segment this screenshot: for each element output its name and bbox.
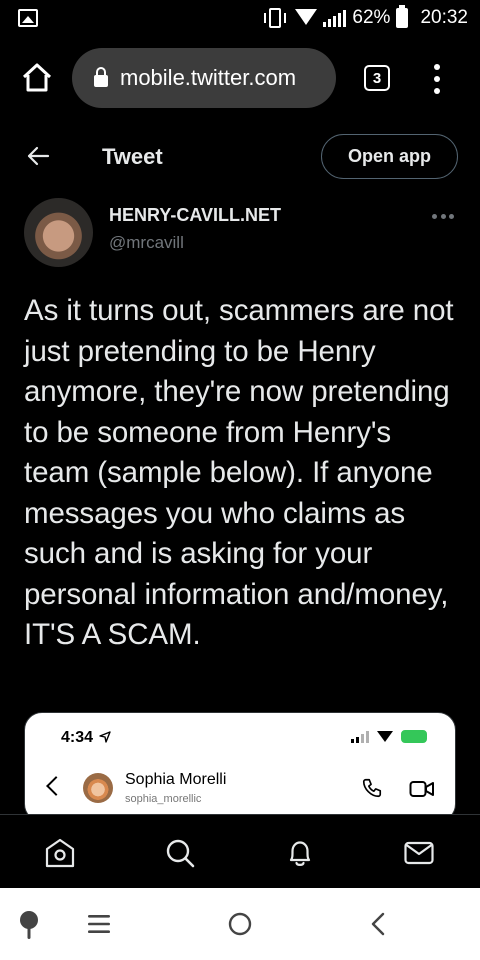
search-icon[interactable]	[164, 837, 196, 869]
media-contact-name: Sophia Morelli	[125, 771, 227, 788]
home-icon[interactable]	[44, 837, 76, 869]
messages-icon[interactable]	[403, 837, 435, 869]
media-status-time: 4:34	[61, 729, 112, 747]
url-text: mobile.twitter.com	[120, 65, 297, 90]
clock: 20:32	[420, 7, 468, 28]
notifications-icon[interactable]	[284, 837, 316, 869]
tweet-text: As it turns out, scammers are not just p…	[24, 294, 454, 651]
browser-toolbar: mobile.twitter.com 3	[0, 36, 480, 122]
url-bar[interactable]: mobile.twitter.com	[72, 48, 336, 108]
system-navigation-bar	[0, 888, 480, 960]
status-bar: 62% 20:32	[0, 0, 480, 36]
tweet-header: Tweet Open app	[0, 122, 480, 192]
browser-menu-icon[interactable]	[432, 64, 442, 94]
open-app-button[interactable]: Open app	[321, 134, 458, 179]
system-back-icon[interactable]	[370, 912, 386, 936]
battery-percent: 62%	[352, 7, 391, 28]
assistant-pin-icon[interactable]	[18, 910, 40, 940]
battery-icon	[396, 5, 409, 28]
system-home-icon[interactable]	[228, 912, 252, 936]
media-wifi-icon	[377, 731, 393, 742]
lock-icon	[94, 67, 108, 87]
vibrate-icon	[264, 8, 287, 28]
media-contact-avatar	[83, 773, 113, 803]
media-status-icons	[351, 730, 427, 743]
gallery-notification-icon	[18, 9, 38, 27]
video-camera-icon	[409, 781, 434, 797]
author-display-name[interactable]: HENRY-CAVILL.NET	[109, 205, 281, 226]
more-options-icon[interactable]	[432, 214, 454, 220]
back-arrow-icon[interactable]	[26, 144, 50, 168]
author-avatar[interactable]	[24, 198, 93, 267]
recent-apps-icon[interactable]	[88, 914, 110, 934]
browser-home-icon[interactable]	[20, 60, 54, 94]
author-handle[interactable]: @mrcavill	[109, 233, 184, 253]
bottom-navigation	[0, 814, 480, 888]
location-arrow-icon	[99, 731, 112, 743]
media-contact-handle: sophia_morellic	[125, 793, 202, 805]
tweet-media-image[interactable]: 4:34 Sophia Morelli sophia_morellic	[24, 712, 456, 822]
tab-switcher-button[interactable]: 3	[364, 65, 390, 91]
wifi-icon	[295, 9, 318, 27]
signal-icon	[323, 9, 347, 27]
status-indicators: 62% 20:32	[261, 0, 468, 36]
media-back-icon	[46, 776, 66, 796]
page-title: Tweet	[102, 144, 163, 169]
media-signal-icon	[351, 730, 369, 743]
media-battery-icon	[401, 730, 427, 743]
phone-icon	[362, 778, 382, 798]
